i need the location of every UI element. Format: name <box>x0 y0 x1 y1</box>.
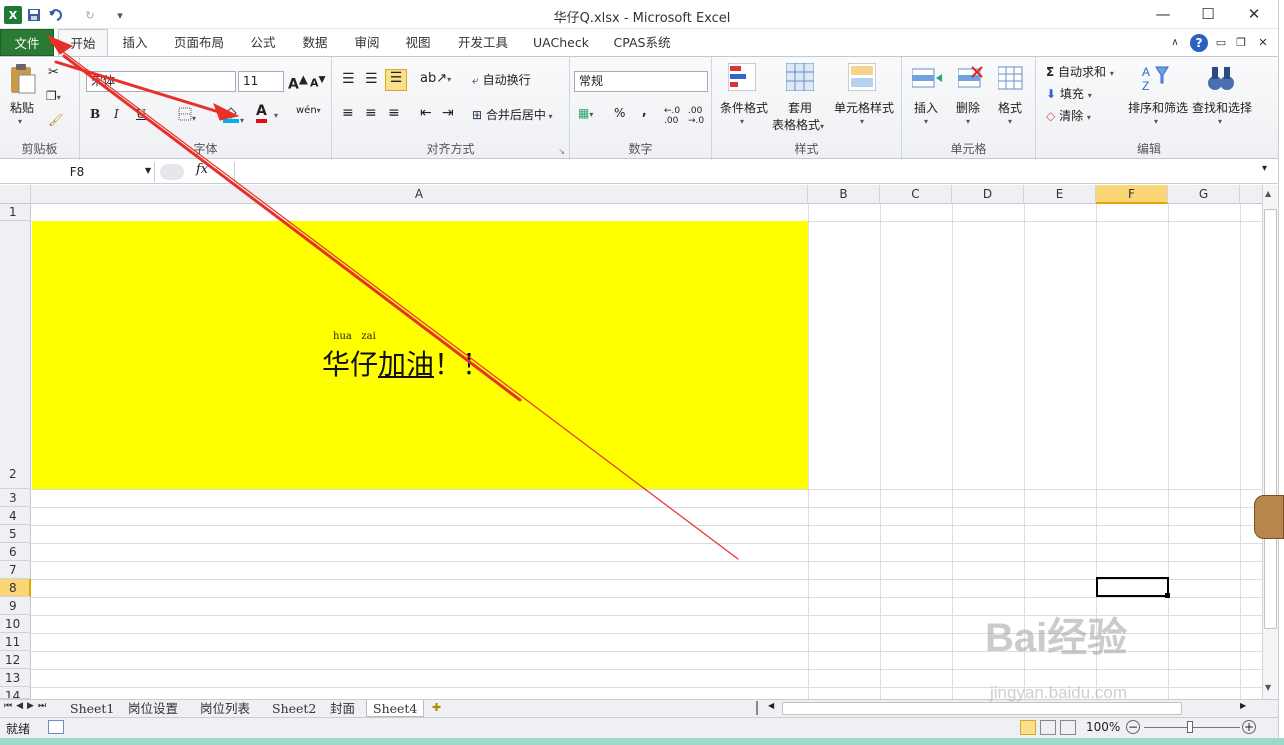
taskbar-strip <box>0 738 1284 745</box>
arrowhead-icon <box>213 102 240 121</box>
annotation-arrows <box>46 34 739 560</box>
annotation-arrow-long <box>62 54 522 402</box>
arrowhead-icon <box>46 34 74 55</box>
annotation-arrow-file-tab <box>49 41 739 560</box>
